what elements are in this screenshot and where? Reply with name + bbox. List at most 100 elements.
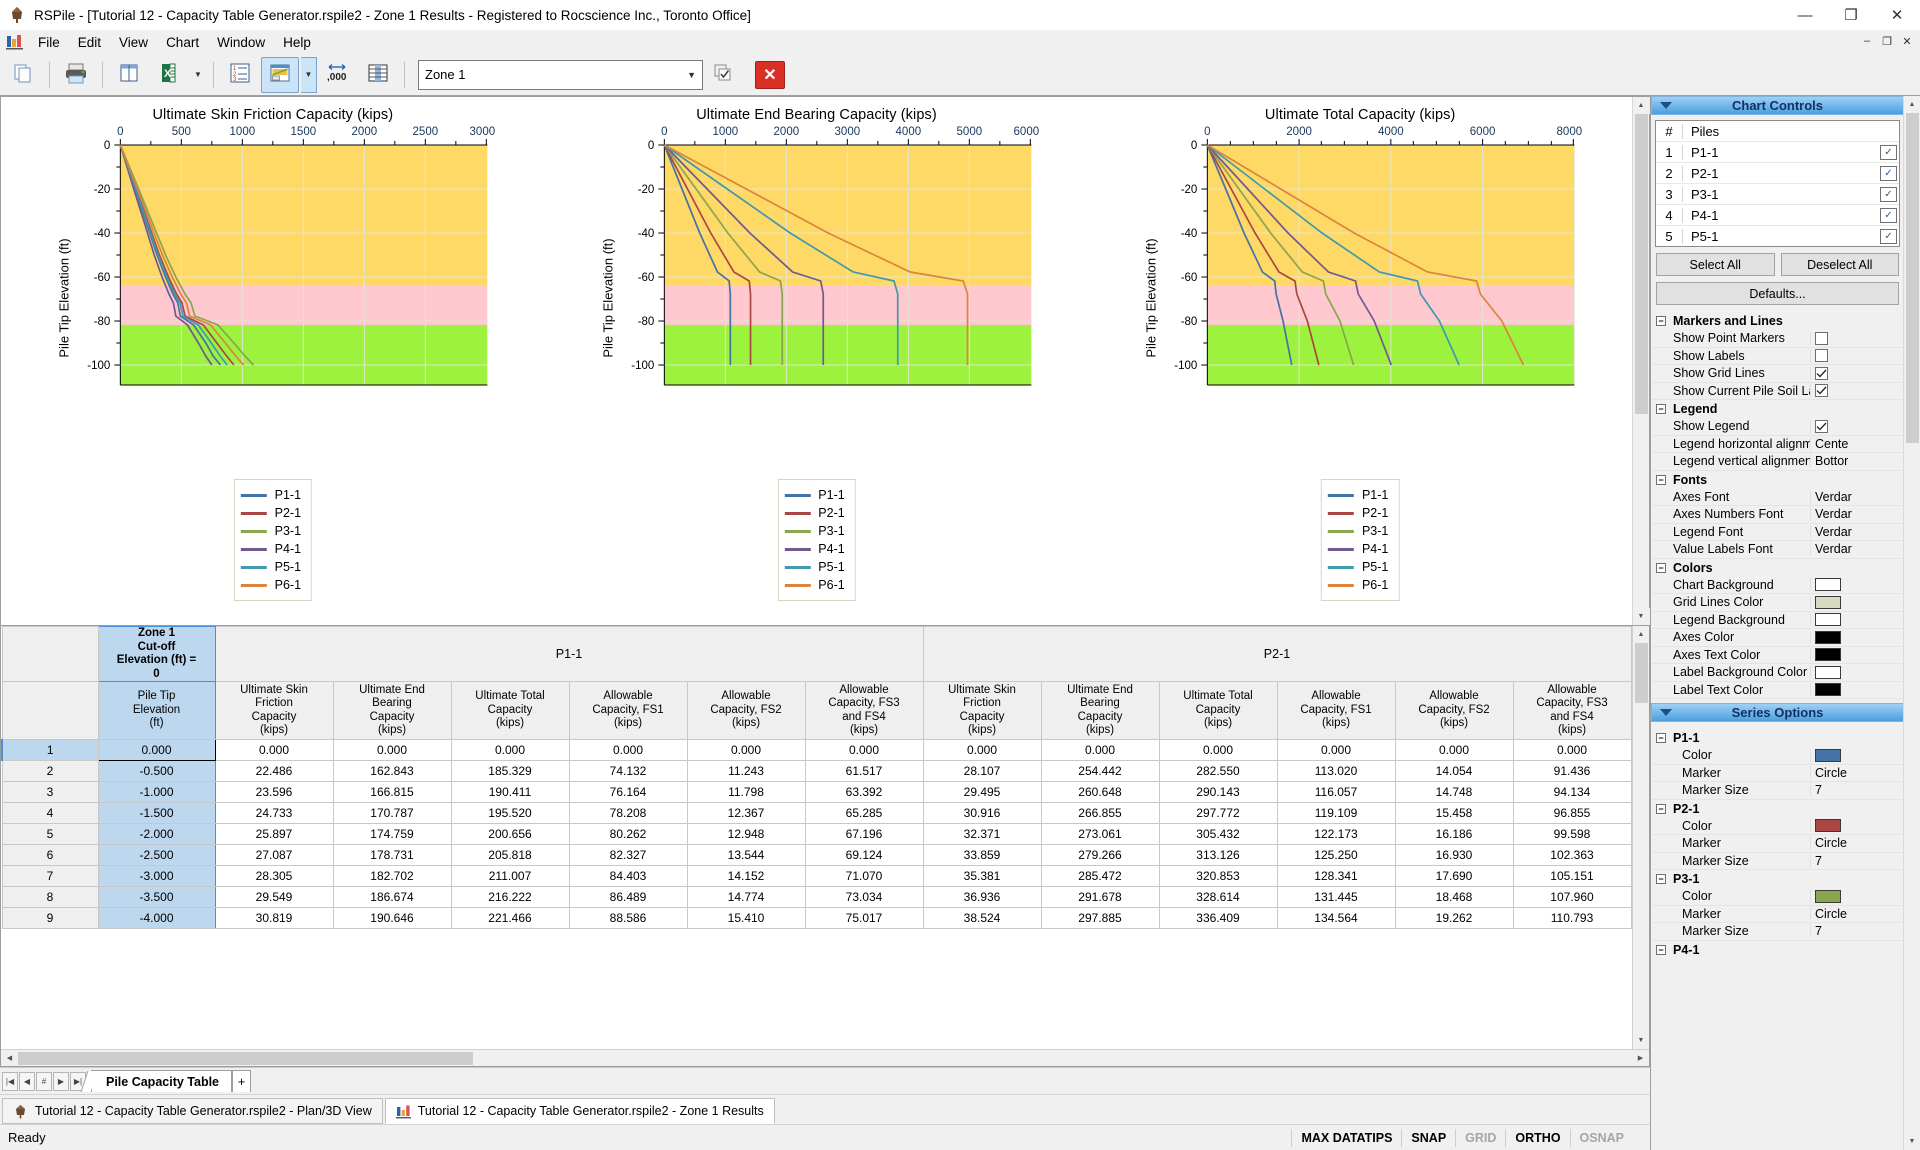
- menu-view[interactable]: View: [110, 33, 157, 52]
- prop-value[interactable]: [1810, 578, 1903, 592]
- group-colors[interactable]: − Colors: [1652, 558, 1903, 577]
- status-grid[interactable]: GRID: [1455, 1128, 1505, 1147]
- prop-value[interactable]: 7: [1810, 783, 1903, 798]
- series-p2-marker-size[interactable]: Marker Size 7: [1652, 853, 1903, 870]
- sheet-index-button[interactable]: #: [36, 1071, 52, 1091]
- cell-value[interactable]: 211.007: [450, 865, 570, 887]
- scroll-thumb[interactable]: [1634, 114, 1648, 414]
- cell-value[interactable]: 0.000: [1276, 739, 1396, 761]
- pile-checkbox[interactable]: ✓: [1880, 165, 1897, 181]
- select-zones-button[interactable]: [705, 57, 743, 93]
- prop-show-grid-lines[interactable]: Show Grid Lines: [1652, 365, 1903, 383]
- cell-value[interactable]: 88.586: [568, 907, 688, 929]
- checkbox-checked[interactable]: [1815, 419, 1828, 433]
- cell-value[interactable]: 266.855: [1040, 802, 1160, 824]
- prop-value[interactable]: [1810, 665, 1903, 679]
- cell-value[interactable]: 279.266: [1040, 844, 1160, 866]
- row-number[interactable]: 6: [1, 844, 99, 866]
- pile-list-item[interactable]: 4 P4-1 ✓: [1656, 205, 1899, 226]
- table-grid[interactable]: Zone 1 Cut-off Elevation (ft) = 0 P1-1 P…: [1, 626, 1632, 1049]
- table-row[interactable]: 4 -1.500 24.733 170.787 195.520 78.208 1…: [1, 802, 1632, 824]
- color-swatch[interactable]: [1815, 665, 1841, 679]
- cell-value[interactable]: 14.054: [1394, 760, 1514, 782]
- row-number[interactable]: 5: [1, 823, 99, 845]
- cell-value[interactable]: 205.818: [450, 844, 570, 866]
- cell-pile-tip-elevation[interactable]: -4.000: [97, 907, 216, 929]
- cell-value[interactable]: 336.409: [1158, 907, 1278, 929]
- series-group-p4-1[interactable]: − P4-1: [1652, 940, 1903, 959]
- checkbox-checked[interactable]: [1815, 366, 1828, 380]
- chart-layout-button[interactable]: [261, 56, 299, 93]
- cell-value[interactable]: 16.930: [1394, 844, 1514, 866]
- cell-value[interactable]: 0.000: [686, 739, 806, 761]
- cell-value[interactable]: 36.936: [922, 886, 1042, 908]
- cell-value[interactable]: 33.859: [922, 844, 1042, 866]
- chart-end-bearing[interactable]: Ultimate End Bearing Capacity (kips) Pil…: [545, 97, 1089, 625]
- close-results-button[interactable]: ✕: [755, 60, 785, 89]
- cell-value[interactable]: 35.381: [922, 865, 1042, 887]
- next-sheet-button[interactable]: ▶: [53, 1071, 69, 1091]
- cell-value[interactable]: 328.614: [1158, 886, 1278, 908]
- prop-value[interactable]: Verdar: [1810, 507, 1903, 522]
- cell-value[interactable]: 24.733: [214, 802, 334, 824]
- decimal-places-button[interactable]: ,000: [319, 57, 357, 93]
- minimize-button[interactable]: —: [1782, 0, 1828, 30]
- table-row[interactable]: 9 -4.000 30.819 190.646 221.466 88.586 1…: [1, 907, 1632, 929]
- prop-value[interactable]: [1810, 595, 1903, 609]
- cell-value[interactable]: 99.598: [1512, 823, 1632, 845]
- pile-list-item[interactable]: 1 P1-1 ✓: [1656, 142, 1899, 163]
- prop-value[interactable]: Verdar: [1810, 524, 1903, 539]
- scroll-down-icon[interactable]: ▼: [1632, 1032, 1649, 1049]
- cell-value[interactable]: 282.550: [1158, 760, 1278, 782]
- cell-value[interactable]: 61.517: [804, 760, 924, 782]
- cell-value[interactable]: 94.134: [1512, 781, 1632, 803]
- series-options-header[interactable]: Series Options: [1651, 703, 1904, 722]
- cell-value[interactable]: 110.793: [1512, 907, 1632, 929]
- cell-value[interactable]: 69.124: [804, 844, 924, 866]
- prev-sheet-button[interactable]: ◀: [19, 1071, 35, 1091]
- defaults-button[interactable]: Defaults...: [1656, 282, 1899, 305]
- cell-value[interactable]: 75.017: [804, 907, 924, 929]
- prop-value[interactable]: 7: [1810, 853, 1903, 868]
- scroll-up-icon[interactable]: ▲: [1903, 96, 1920, 113]
- numbered-list-button[interactable]: 123: [221, 57, 259, 93]
- cell-value[interactable]: 25.897: [214, 823, 334, 845]
- prop-value[interactable]: [1810, 384, 1903, 398]
- cell-value[interactable]: 320.853: [1158, 865, 1278, 887]
- cell-value[interactable]: 216.222: [450, 886, 570, 908]
- series-p2-color[interactable]: Color: [1652, 818, 1903, 835]
- maximize-button[interactable]: ❐: [1828, 0, 1874, 30]
- chart-total-capacity[interactable]: Ultimate Total Capacity (kips) Pile Tip …: [1088, 97, 1632, 625]
- scroll-up-icon[interactable]: ▲: [1632, 626, 1649, 643]
- excel-dropdown-arrow[interactable]: ▼: [190, 57, 206, 93]
- cell-value[interactable]: 254.442: [1040, 760, 1160, 782]
- prop-legend-font[interactable]: Legend Font Verdar: [1652, 524, 1903, 541]
- cell-value[interactable]: 23.596: [214, 781, 334, 803]
- charts-vertical-scrollbar[interactable]: ▲ ▼: [1632, 97, 1650, 625]
- color-swatch[interactable]: [1815, 648, 1841, 662]
- prop-value[interactable]: [1810, 819, 1903, 833]
- collapse-icon[interactable]: −: [1656, 803, 1666, 814]
- status-snap[interactable]: SNAP: [1401, 1128, 1455, 1147]
- menu-window[interactable]: Window: [208, 33, 274, 52]
- prop-show-legend[interactable]: Show Legend: [1652, 418, 1903, 436]
- prop-value[interactable]: [1810, 613, 1903, 627]
- cell-value[interactable]: 190.646: [332, 907, 452, 929]
- series-group-p1-1[interactable]: − P1-1: [1652, 729, 1903, 747]
- prop-label-text-color[interactable]: Label Text Color: [1652, 682, 1903, 699]
- add-sheet-button[interactable]: +: [232, 1070, 252, 1092]
- cell-value[interactable]: 134.564: [1276, 907, 1396, 929]
- series-p3-marker-size[interactable]: Marker Size 7: [1652, 923, 1903, 941]
- series-p3-color[interactable]: Color: [1652, 888, 1903, 906]
- prop-value[interactable]: [1810, 889, 1903, 903]
- group-markers-and-lines[interactable]: − Markers and Lines: [1652, 312, 1903, 330]
- series-p1-marker[interactable]: Marker Circle: [1652, 765, 1903, 782]
- group-legend[interactable]: − Legend: [1652, 400, 1903, 418]
- color-swatch[interactable]: [1815, 595, 1841, 609]
- show-columns-button[interactable]: [110, 57, 148, 93]
- pile-list-item[interactable]: 3 P3-1 ✓: [1656, 184, 1899, 205]
- cell-value[interactable]: 91.436: [1512, 760, 1632, 782]
- cell-value[interactable]: 313.126: [1158, 844, 1278, 866]
- color-swatch[interactable]: [1815, 613, 1841, 627]
- cell-value[interactable]: 0.000: [214, 739, 334, 761]
